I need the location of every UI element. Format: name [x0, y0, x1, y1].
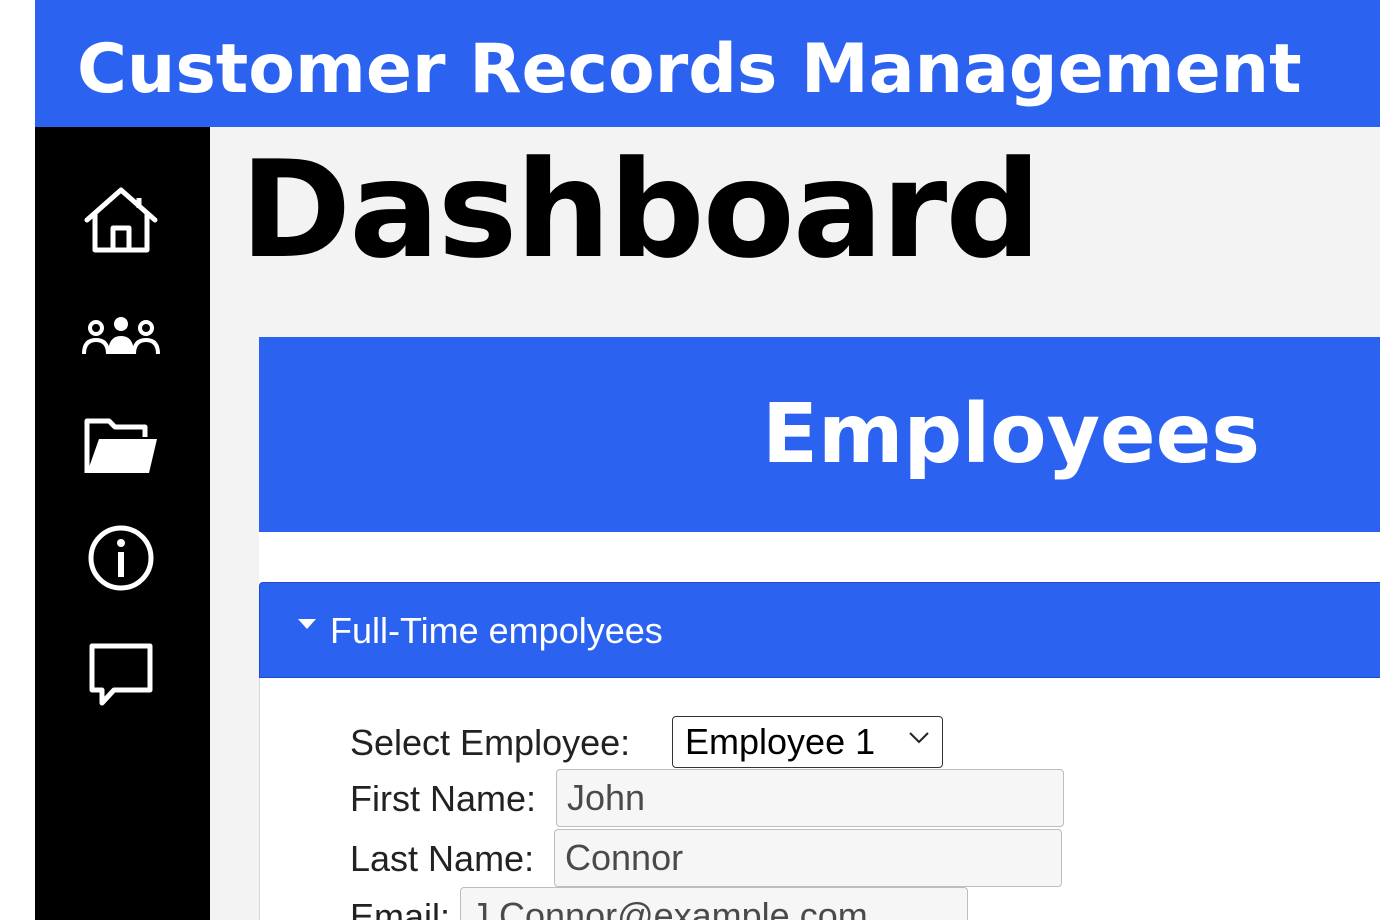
- main-content: Dashboard Employees Full-Time empolyees …: [210, 127, 1380, 920]
- section-title: Full-Time empolyees: [330, 610, 663, 651]
- page-title: Dashboard: [240, 132, 1041, 288]
- sidebar-item-folder[interactable]: [80, 405, 162, 487]
- info-icon: [86, 523, 156, 593]
- employee-select[interactable]: Employee 1: [672, 716, 943, 768]
- email-field[interactable]: [460, 887, 968, 920]
- app-title: Customer Records Management: [77, 30, 1302, 109]
- users-icon: [80, 314, 162, 358]
- employee-form: Select Employee: Employee 1 First Name: …: [259, 678, 1380, 920]
- select-employee-label: Select Employee:: [350, 722, 631, 763]
- sidebar-item-home[interactable]: [80, 179, 162, 261]
- chevron-down-icon: [908, 731, 930, 750]
- first-name-field[interactable]: [556, 769, 1064, 827]
- home-icon: [81, 184, 161, 256]
- card-title: Employees: [762, 387, 1261, 482]
- email-label: Email:: [350, 896, 451, 920]
- full-time-section-toggle[interactable]: Full-Time empolyees: [259, 582, 1380, 678]
- last-name-label: Last Name:: [350, 838, 535, 879]
- employees-card: Employees Full-Time empolyees Select Emp…: [259, 337, 1380, 920]
- employee-select-value: Employee 1: [685, 721, 876, 762]
- app-header: Customer Records Management: [35, 0, 1380, 127]
- sidebar-item-info[interactable]: [80, 517, 162, 599]
- folder-icon: [83, 415, 159, 477]
- card-header: Employees: [259, 337, 1380, 532]
- first-name-label: First Name:: [350, 778, 537, 819]
- caret-down-icon: [298, 619, 316, 629]
- chat-icon: [86, 640, 156, 710]
- sidebar: [35, 127, 210, 920]
- sidebar-item-chat[interactable]: [80, 634, 162, 716]
- last-name-field[interactable]: [554, 829, 1062, 887]
- sidebar-item-users[interactable]: [80, 295, 162, 377]
